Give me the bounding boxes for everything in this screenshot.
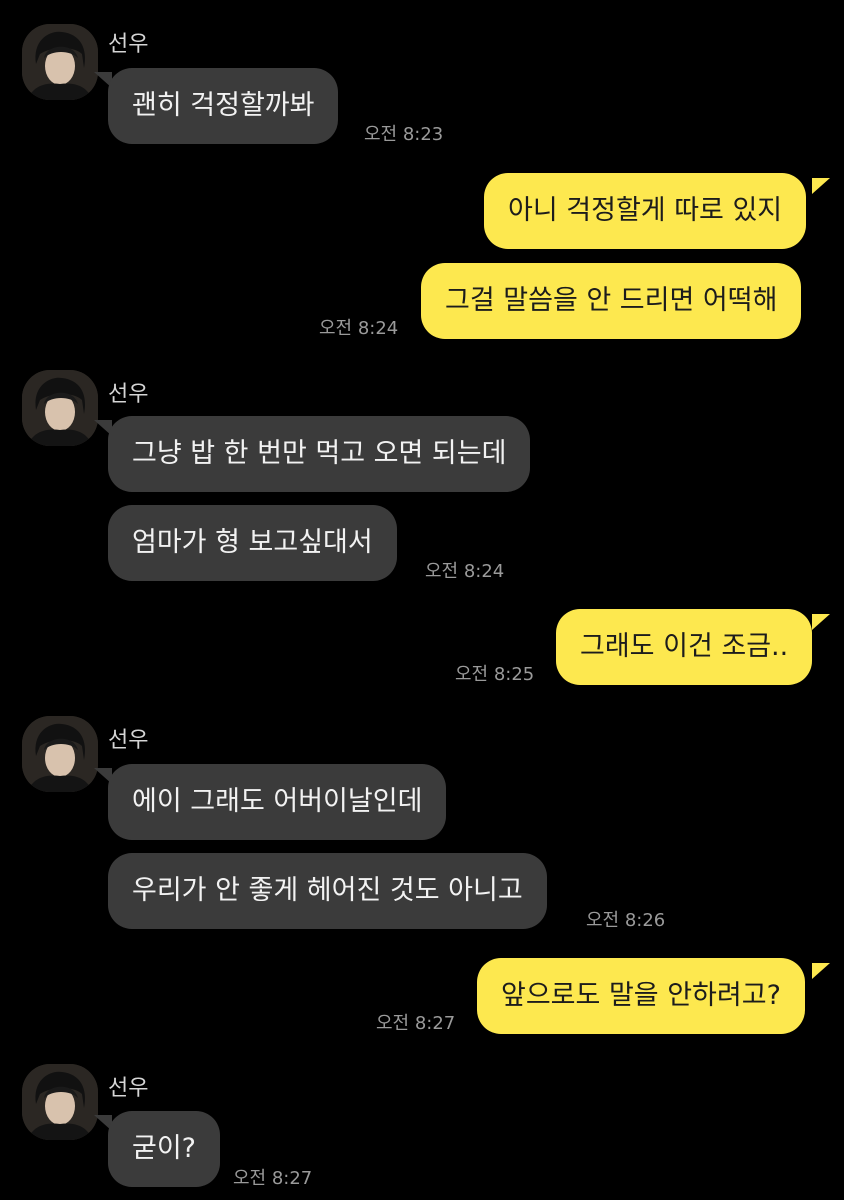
message-bubble-sent[interactable]: 앞으로도 말을 안하려고? (477, 958, 805, 1034)
message-bubble-sent[interactable]: 아니 걱정할게 따로 있지 (484, 173, 807, 249)
message-bubble-received[interactable]: 그냥 밥 한 번만 먹고 오면 되는데 (108, 416, 531, 492)
message-bubble-received[interactable]: 굳이? (108, 1111, 221, 1187)
message-bubble-sent[interactable]: 그걸 말씀을 안 드리면 어떡해 (421, 263, 802, 339)
message-timestamp: 오전 8:25 (455, 664, 535, 685)
avatar[interactable] (22, 1064, 98, 1140)
contact-name: 선우 (108, 1076, 149, 1101)
bubble-tail (812, 963, 830, 979)
profile-photo-icon (22, 370, 98, 446)
message-timestamp: 오전 8:24 (425, 561, 505, 582)
profile-photo-icon (22, 716, 98, 792)
avatar[interactable] (22, 24, 98, 100)
profile-photo-icon (22, 24, 98, 100)
message-bubble-sent[interactable]: 그래도 이건 조금.. (556, 609, 813, 685)
message-timestamp: 오전 8:27 (233, 1168, 313, 1189)
contact-name: 선우 (108, 728, 149, 753)
message-timestamp: 오전 8:27 (376, 1013, 456, 1034)
message-bubble-received[interactable]: 에이 그래도 어버이날인데 (108, 764, 447, 840)
avatar[interactable] (22, 716, 98, 792)
bubble-tail (812, 614, 830, 630)
message-bubble-received[interactable]: 우리가 안 좋게 헤어진 것도 아니고 (108, 853, 547, 929)
message-timestamp: 오전 8:26 (586, 910, 666, 931)
contact-name: 선우 (108, 382, 149, 407)
message-timestamp: 오전 8:23 (364, 124, 444, 145)
message-bubble-received[interactable]: 엄마가 형 보고싶대서 (108, 505, 397, 581)
message-bubble-received[interactable]: 괜히 걱정할까봐 (108, 68, 339, 144)
contact-name: 선우 (108, 32, 149, 57)
profile-photo-icon (22, 1064, 98, 1140)
message-timestamp: 오전 8:24 (319, 318, 399, 339)
avatar[interactable] (22, 370, 98, 446)
bubble-tail (812, 178, 830, 194)
